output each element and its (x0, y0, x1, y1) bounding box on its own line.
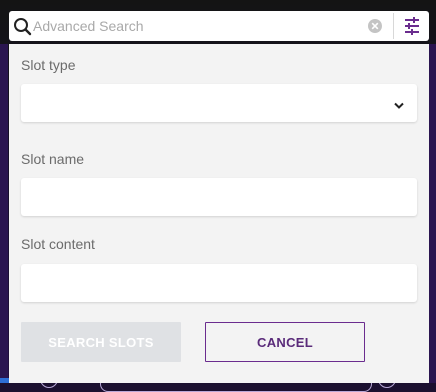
slot-name-label: Slot name (21, 151, 85, 167)
slot-content-field-wrapper (21, 264, 417, 302)
backdrop-edge-left (0, 44, 8, 383)
clear-icon[interactable] (367, 18, 383, 34)
advanced-search-bar (9, 11, 429, 41)
search-input[interactable] (33, 15, 363, 37)
slot-type-label: Slot type (21, 57, 76, 73)
slot-name-field-wrapper (21, 178, 417, 216)
slot-content-label: Slot content (21, 236, 95, 252)
search-icon (13, 17, 33, 37)
filter-toggle-button[interactable] (396, 13, 428, 39)
cancel-button[interactable]: CANCEL (205, 322, 365, 362)
backdrop-edge-right (428, 44, 436, 383)
advanced-search-panel: Slot type Slot name Slot content SEARCH … (9, 44, 429, 383)
slot-content-input[interactable] (21, 264, 417, 302)
slot-type-select[interactable] (21, 84, 417, 122)
search-slots-button[interactable]: SEARCH SLOTS (21, 322, 181, 362)
search-divider (393, 13, 394, 39)
sliders-icon (405, 17, 419, 35)
slot-name-input[interactable] (21, 178, 417, 216)
chevron-down-icon (393, 98, 405, 109)
